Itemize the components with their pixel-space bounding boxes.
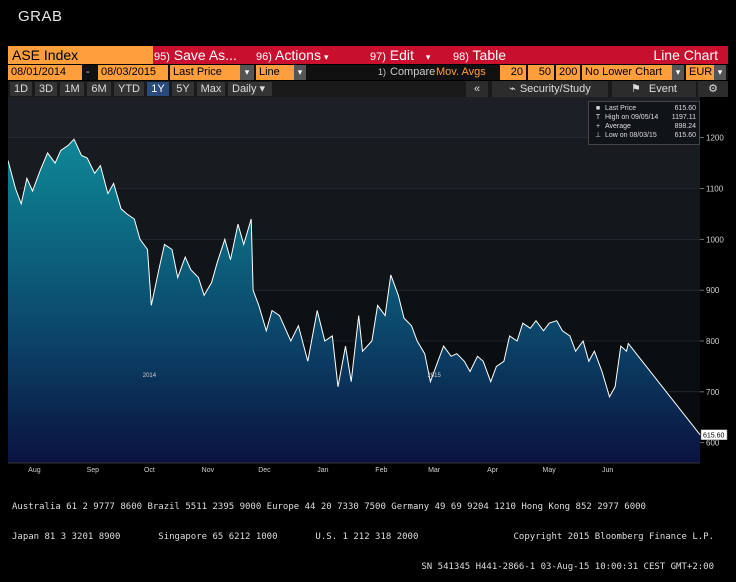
footer-contacts-line1: Australia 61 2 9777 8600 Brazil 5511 239… (12, 502, 646, 512)
y-tick-label: 900 (706, 286, 720, 295)
periodicity-dropdown-icon: ▾ (259, 83, 266, 95)
y-tick-label: 600 (706, 439, 720, 448)
chevron-down-icon: ▾ (425, 52, 431, 62)
style-dropdown-icon[interactable]: ▾ (294, 65, 306, 80)
field-select[interactable]: Last Price (170, 65, 240, 80)
date-separator: - (86, 66, 90, 78)
gear-icon[interactable]: ⚙ (698, 81, 728, 97)
y-tick-label: 1000 (706, 235, 724, 244)
timeframe-bar: 1D 3D 1M 6M YTD 1Y 5Y Max Daily ▾ « ⌁ Sec… (8, 81, 728, 97)
plus-icon: + (595, 123, 601, 130)
timeframe-6m[interactable]: 6M (87, 82, 111, 96)
x-tick-label: Feb (375, 467, 387, 474)
x-tick-label: Sep (87, 467, 100, 474)
y-tick-label: 700 (706, 388, 720, 397)
x-tick-label: Dec (258, 467, 271, 474)
legend-item-average: + Average 898.24 (596, 122, 696, 131)
legend-item-low: ⊥ Low on 08/03/15 615.60 (594, 132, 696, 139)
timeframe-5y[interactable]: 5Y (172, 82, 194, 96)
timeframe-1d[interactable]: 1D (10, 82, 32, 96)
ma2-field[interactable]: 50 (528, 65, 554, 80)
collapse-button[interactable]: « (466, 81, 488, 97)
window-title: GRAB (18, 8, 63, 25)
high-marker-icon: T (595, 114, 601, 121)
x-tick-label: May (543, 467, 557, 474)
chart-type-title: Line Chart (653, 47, 718, 63)
edit-menu[interactable]: 97) Edit ▾ (370, 46, 430, 64)
x-tick-label: Nov (202, 467, 215, 474)
actions-menu[interactable]: 96) Actions ▾ (256, 46, 328, 64)
event-button[interactable]: ⚑ Event (612, 81, 696, 97)
last-price-label: 615.60 (700, 429, 728, 440)
timeframe-max[interactable]: Max (197, 82, 225, 96)
end-date-field[interactable]: 08/03/2015 (98, 65, 168, 80)
field-dropdown-icon[interactable]: ▾ (240, 65, 254, 80)
legend-item-last-price: ■ Last Price 615.60 (596, 104, 696, 113)
compare-label[interactable]: Compare (390, 65, 438, 80)
x-tick-label: Aug (28, 467, 41, 474)
last-price-value: 615.60 (703, 433, 725, 440)
chart-line-icon: ⌁ (509, 83, 516, 95)
y-tick-label: 800 (706, 337, 720, 346)
square-icon: ■ (595, 105, 601, 112)
legend: ■ Last Price 615.60 T High on 09/05/14 119… (588, 101, 700, 145)
x-tick-label: Mar (428, 467, 441, 474)
y-tick-label: 1200 (706, 134, 724, 143)
low-marker-icon: ⊥ (594, 132, 602, 139)
chevron-down-icon: ▾ (323, 52, 329, 62)
security-study-button[interactable]: ⌁ Security/Study (492, 81, 608, 97)
start-date-field[interactable]: 08/01/2014 (8, 65, 82, 80)
footer-session-line: SN 541345 H441-2866-1 03-Aug-15 10:00:31… (421, 562, 714, 572)
flag-icon: ⚑ (630, 83, 641, 95)
timeframe-3d[interactable]: 3D (35, 82, 57, 96)
main-toolbar: ASE Index 95) Save As... 96) Actions ▾ 97… (8, 46, 728, 64)
currency-dropdown-icon[interactable]: ▾ (714, 65, 726, 80)
periodicity-select[interactable]: Daily ▾ (228, 82, 272, 96)
controls-bar: 08/01/2014 - 08/03/2015 Last Price ▾ Lin… (8, 65, 728, 80)
copyright: Copyright 2015 Bloomberg Finance L.P. (513, 532, 714, 542)
year-label: 2014 (143, 373, 157, 379)
style-select[interactable]: Line (256, 65, 294, 80)
price-chart[interactable]: 600 700 800 900 1000 1100 1200 Aug Sep Oct 2014 No… (8, 97, 728, 477)
plot-band (8, 137, 700, 189)
table-menu[interactable]: 98) Table (453, 46, 506, 64)
compare-value[interactable]: Mov. Avgs (436, 65, 496, 80)
footer-contacts-line2: Japan 81 3 3201 8900 Singapore 65 6212 1… (12, 532, 714, 542)
ma1-field[interactable]: 20 (500, 65, 526, 80)
timeframe-1m[interactable]: 1M (60, 82, 84, 96)
currency-select[interactable]: EUR (686, 65, 714, 80)
x-tick-label: Jan (317, 467, 328, 474)
x-tick-label: Apr (487, 467, 499, 474)
ticker-field[interactable]: ASE Index (8, 46, 153, 64)
footer: Australia 61 2 9777 8600 Brazil 5511 239… (12, 482, 724, 582)
save-as-menu[interactable]: 95) Save As... (154, 46, 237, 64)
lower-chart-dropdown-icon[interactable]: ▾ (672, 65, 684, 80)
y-axis: 600 700 800 900 1000 1100 1200 (700, 134, 724, 448)
lower-chart-select[interactable]: No Lower Chart (582, 65, 672, 80)
y-tick-label: 1100 (706, 185, 724, 194)
year-label: 2015 (427, 373, 441, 379)
x-tick-label: Oct (144, 467, 155, 474)
x-tick-label: Jun (602, 467, 613, 474)
ma3-field[interactable]: 200 (556, 65, 580, 80)
legend-item-high: T High on 09/05/14 1197.11 (596, 113, 696, 122)
timeframe-ytd[interactable]: YTD (114, 82, 144, 96)
timeframe-1y[interactable]: 1Y (147, 82, 169, 96)
